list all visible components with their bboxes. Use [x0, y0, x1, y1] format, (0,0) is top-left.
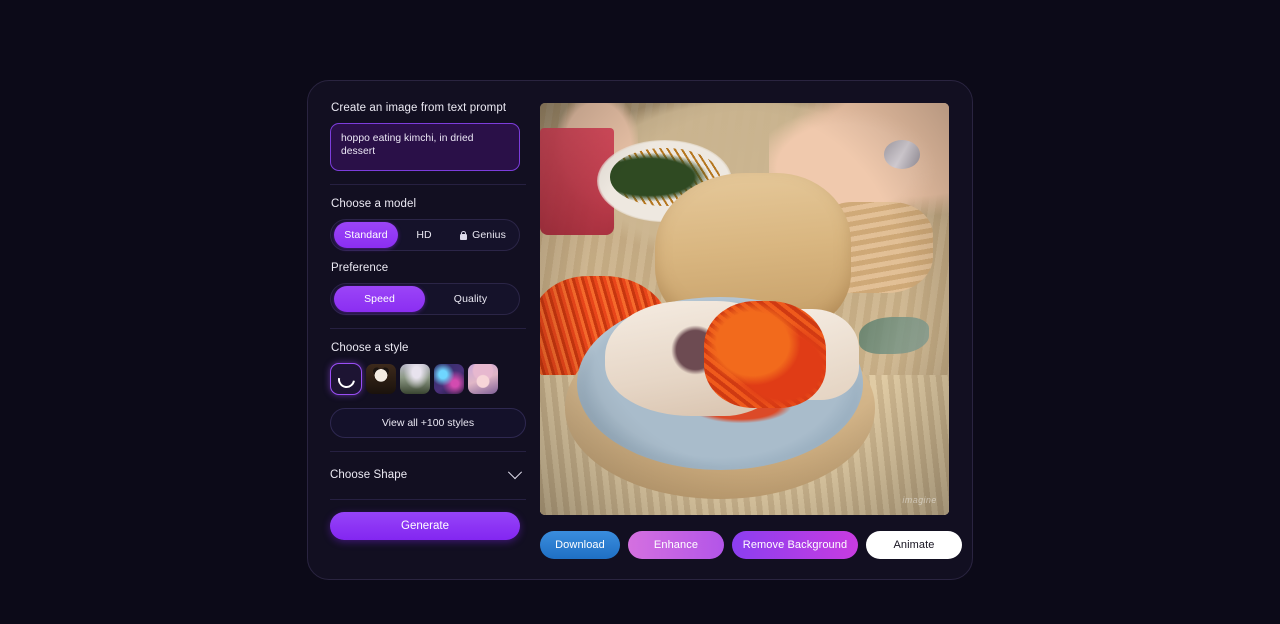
lock-icon [460, 230, 468, 240]
image-watermark: imagine [902, 494, 937, 505]
preference-option-speed[interactable]: Speed [334, 286, 425, 312]
download-button-label: Download [555, 539, 605, 551]
style-thumb-anime[interactable] [468, 364, 498, 394]
remove-background-button[interactable]: Remove Background [732, 531, 858, 559]
generated-image[interactable]: imagine [540, 103, 949, 515]
model-label: Choose a model [331, 198, 417, 210]
model-option-genius[interactable]: Genius [450, 222, 516, 248]
style-thumb-landscape[interactable] [400, 364, 430, 394]
model-option-genius-label: Genius [472, 229, 506, 241]
model-option-hd[interactable]: HD [398, 222, 450, 248]
model-option-standard[interactable]: Standard [334, 222, 398, 248]
choose-shape-label: Choose Shape [330, 469, 408, 481]
prompt-label: Create an image from text prompt [331, 102, 507, 114]
remove-background-button-label: Remove Background [742, 539, 848, 551]
generate-button[interactable]: Generate [330, 512, 520, 540]
view-all-styles-label: View all +100 styles [381, 417, 475, 429]
model-selector[interactable]: Standard HD Genius [330, 219, 520, 251]
view-all-styles-button[interactable]: View all +100 styles [330, 408, 526, 438]
style-thumbnail-row [330, 363, 526, 395]
style-label: Choose a style [331, 342, 409, 354]
divider-after-preference [330, 328, 526, 329]
choose-shape-row[interactable]: Choose Shape [330, 464, 523, 486]
model-option-standard-label: Standard [344, 229, 388, 241]
generator-card: Create an image from text prompt hoppo e… [307, 80, 973, 580]
image-layer-vignette [540, 103, 949, 515]
generate-button-label: Generate [401, 520, 449, 532]
enhance-button[interactable]: Enhance [628, 531, 724, 559]
preference-label: Preference [331, 262, 389, 274]
app-root: Create an image from text prompt hoppo e… [0, 0, 1280, 624]
prompt-input[interactable]: hoppo eating kimchi, in dried dessert [330, 123, 520, 171]
style-thumb-panda[interactable] [366, 364, 396, 394]
divider-after-styles [330, 451, 526, 452]
divider-after-shape [330, 499, 526, 500]
preference-selector[interactable]: Speed Quality [330, 283, 520, 315]
animate-button[interactable]: Animate [866, 531, 962, 559]
preview-panel: imagine Download Enhance Remove Backgrou… [540, 103, 962, 559]
animate-button-label: Animate [893, 539, 935, 551]
controls-panel: Create an image from text prompt hoppo e… [330, 101, 526, 561]
preference-option-speed-label: Speed [364, 293, 395, 305]
enhance-button-label: Enhance [653, 539, 699, 551]
style-thumb-no-style[interactable] [330, 363, 362, 395]
model-option-hd-label: HD [416, 229, 432, 241]
preference-option-quality[interactable]: Quality [425, 286, 516, 312]
chevron-down-icon [507, 465, 523, 480]
no-style-icon [334, 367, 358, 391]
preference-option-quality-label: Quality [453, 293, 488, 305]
image-actions-row: Download Enhance Remove Background Anima… [540, 531, 962, 559]
download-button[interactable]: Download [540, 531, 620, 559]
style-thumb-sci-fi[interactable] [434, 364, 464, 394]
divider-after-prompt [330, 184, 526, 185]
